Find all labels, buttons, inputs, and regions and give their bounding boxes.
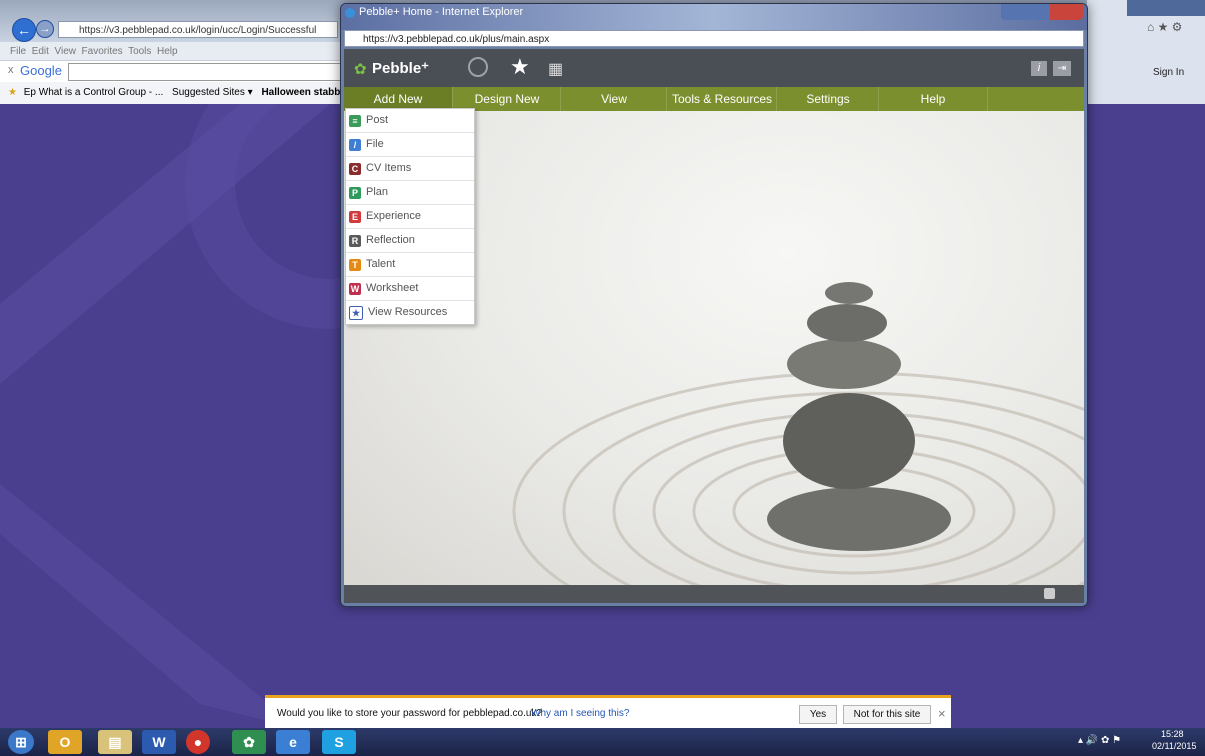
google-search-input[interactable] bbox=[68, 63, 342, 81]
sign-in-link[interactable]: Sign In bbox=[1153, 67, 1184, 78]
word-icon[interactable]: W bbox=[142, 730, 176, 754]
icq-icon[interactable]: ✿ bbox=[232, 730, 266, 754]
popup-window-controls[interactable] bbox=[1001, 4, 1083, 20]
background-address-bar[interactable]: https://v3.pebblepad.co.uk/login/ucc/Log… bbox=[58, 21, 338, 38]
background-menu-bar: File Edit View Favorites Tools Help bbox=[10, 46, 178, 57]
popup-title: Pebble+ Home - Internet Explorer bbox=[359, 6, 524, 18]
notification-message: Would you like to store your password fo… bbox=[277, 708, 542, 719]
menu-help[interactable]: Help bbox=[157, 46, 178, 57]
outlook-icon[interactable]: O bbox=[48, 730, 82, 754]
add-new-dropdown: ≡ Post / File C CV Items P Plan E Experience … bbox=[345, 108, 475, 325]
tray-icons[interactable]: ▴ 🔊 ✿ ⚑ bbox=[1078, 735, 1121, 746]
nav-settings[interactable]: Settings bbox=[776, 87, 879, 111]
plan-icon: P bbox=[349, 186, 361, 199]
ie-icon bbox=[345, 8, 355, 18]
dropdown-item-reflection[interactable]: R Reflection bbox=[346, 229, 474, 253]
internet-explorer-icon[interactable]: e bbox=[276, 730, 310, 754]
reflection-icon: R bbox=[349, 234, 361, 247]
pebble-header: ✿ Pebble⁺ ★ ▦ i ⇥ bbox=[344, 49, 1084, 87]
menu-file[interactable]: File bbox=[10, 46, 26, 57]
experience-icon: E bbox=[349, 210, 361, 223]
window-controls[interactable] bbox=[1127, 0, 1205, 16]
menu-view[interactable]: View bbox=[54, 46, 76, 57]
menu-tools[interactable]: Tools bbox=[128, 46, 151, 57]
nav-help[interactable]: Help bbox=[878, 87, 988, 111]
file-explorer-icon[interactable]: ▤ bbox=[98, 730, 132, 754]
back-icon[interactable]: ← bbox=[12, 18, 36, 42]
pebble-footer bbox=[344, 585, 1084, 603]
footer-toggle-icon[interactable] bbox=[1044, 588, 1055, 599]
post-icon: ≡ bbox=[349, 114, 361, 127]
clock-date: 02/11/2015 bbox=[1152, 741, 1197, 751]
favorite-link-3[interactable]: Halloween stabbings bbox=[261, 87, 340, 98]
cv-icon: C bbox=[349, 162, 361, 175]
globe-icon[interactable] bbox=[468, 57, 488, 77]
background-right-chrome: ⌂ ★ ⚙ Sign In bbox=[1087, 0, 1205, 104]
yes-button[interactable]: Yes bbox=[799, 705, 837, 724]
star-icon: ★ bbox=[349, 305, 363, 320]
favorite-link-1[interactable]: Ep What is a Control Group - ... bbox=[24, 87, 164, 98]
not-for-this-site-button[interactable]: Not for this site bbox=[843, 705, 931, 724]
dashboard-icon[interactable]: ▦ bbox=[548, 59, 563, 79]
dropdown-item-worksheet[interactable]: W Worksheet bbox=[346, 277, 474, 301]
menu-edit[interactable]: Edit bbox=[32, 46, 49, 57]
popup-address-bar[interactable]: https://v3.pebblepad.co.uk/plus/main.asp… bbox=[344, 30, 1084, 47]
dropdown-item-cv-items[interactable]: C CV Items bbox=[346, 157, 474, 181]
dropdown-item-post[interactable]: ≡ Post bbox=[346, 109, 474, 133]
home-icon[interactable]: ⌂ ★ ⚙ bbox=[1147, 20, 1182, 34]
favorites-star-icon[interactable]: ★ bbox=[8, 87, 17, 98]
why-link[interactable]: Why am I seeing this? bbox=[531, 708, 629, 719]
chrome-icon[interactable]: ● bbox=[186, 730, 210, 754]
skype-icon[interactable]: S bbox=[322, 730, 356, 754]
windows-taskbar: ⊞ O ▤ W ● ✿ e S ▴ 🔊 ✿ ⚑ 15:28 02/11/2015 bbox=[0, 728, 1205, 756]
google-logo: Google bbox=[20, 63, 62, 78]
favorites-bar: ★ Ep What is a Control Group - ... Sugge… bbox=[0, 82, 340, 104]
file-icon: / bbox=[349, 138, 361, 151]
dropdown-item-talent[interactable]: T Talent bbox=[346, 253, 474, 277]
dropdown-item-file[interactable]: / File bbox=[346, 133, 474, 157]
menu-favorites[interactable]: Favorites bbox=[82, 46, 123, 57]
pebble-logo-icon: ✿ bbox=[354, 61, 367, 78]
google-toolbar: x Google bbox=[0, 60, 342, 84]
password-notification-bar: Would you like to store your password fo… bbox=[265, 695, 951, 728]
dropdown-item-experience[interactable]: E Experience bbox=[346, 205, 474, 229]
talent-icon: T bbox=[349, 258, 361, 271]
dropdown-item-plan[interactable]: P Plan bbox=[346, 181, 474, 205]
forward-icon[interactable]: → bbox=[36, 20, 54, 38]
start-button[interactable]: ⊞ bbox=[8, 730, 34, 754]
worksheet-icon: W bbox=[349, 282, 361, 295]
pebble-brand[interactable]: Pebble⁺ bbox=[372, 59, 429, 77]
info-icon[interactable]: i bbox=[1031, 61, 1047, 76]
logout-icon[interactable]: ⇥ bbox=[1053, 61, 1071, 76]
close-icon[interactable]: × bbox=[938, 706, 946, 721]
star-icon[interactable]: ★ bbox=[510, 54, 530, 80]
dropdown-item-view-resources[interactable]: ★ View Resources bbox=[346, 301, 474, 324]
clock-time: 15:28 bbox=[1161, 729, 1184, 739]
nav-view[interactable]: View bbox=[560, 87, 667, 111]
popup-titlebar: Pebble+ Home - Internet Explorer bbox=[341, 4, 1087, 30]
favorite-link-2[interactable]: Suggested Sites ▾ bbox=[172, 87, 253, 98]
nav-tools-resources[interactable]: Tools & Resources bbox=[666, 87, 777, 111]
close-icon[interactable]: x bbox=[8, 64, 14, 76]
